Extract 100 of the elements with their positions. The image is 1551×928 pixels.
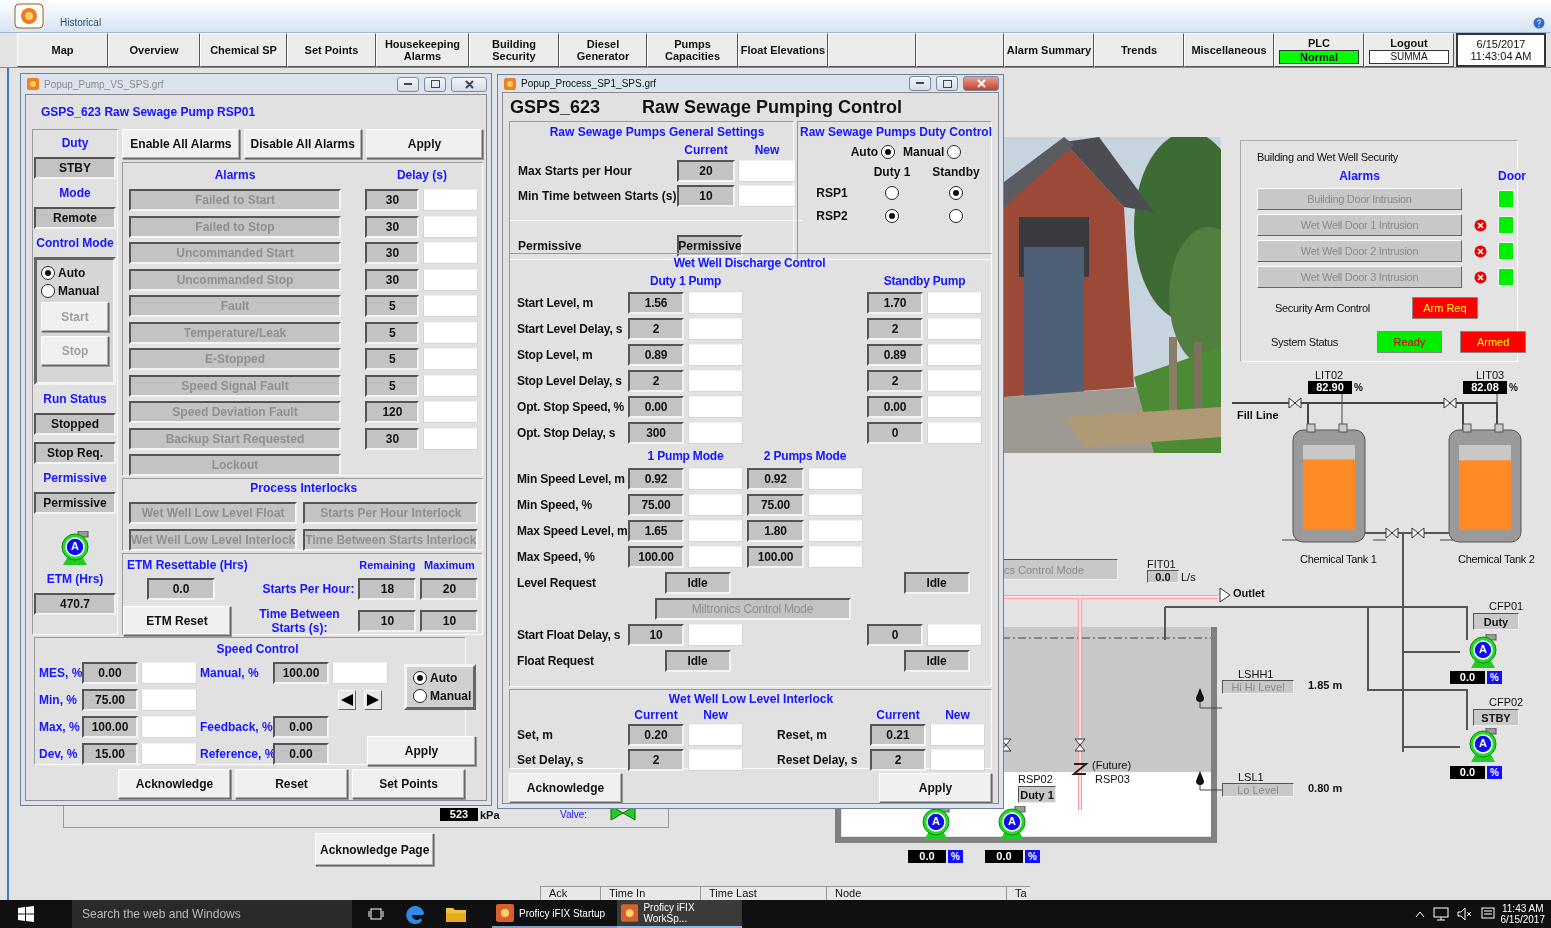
input-field[interactable] xyxy=(930,724,985,746)
input-field[interactable] xyxy=(808,494,863,516)
input-field[interactable] xyxy=(927,422,982,444)
nav-button[interactable]: Set Points xyxy=(287,33,376,67)
etm-reset-button[interactable]: ETM Reset xyxy=(123,606,231,636)
input-field[interactable] xyxy=(423,215,479,238)
nav-button[interactable]: Float Elevations xyxy=(738,33,828,67)
maximum-value: 10 xyxy=(420,610,479,632)
input-field[interactable] xyxy=(927,344,982,366)
close-button[interactable] xyxy=(963,76,999,91)
input-field[interactable] xyxy=(688,724,743,746)
close-icon xyxy=(976,79,986,88)
input-field[interactable] xyxy=(423,348,479,370)
search-field[interactable]: Search the web and Windows xyxy=(72,900,352,928)
footer-button[interactable]: Acknowledge xyxy=(509,773,622,803)
input-field[interactable] xyxy=(332,662,388,684)
logout-link[interactable]: Logout xyxy=(1390,36,1428,49)
input-field[interactable] xyxy=(808,468,863,490)
input-field[interactable] xyxy=(688,494,743,516)
nav-button[interactable] xyxy=(916,33,1004,67)
input-field[interactable] xyxy=(423,295,479,317)
input-field[interactable] xyxy=(688,292,743,314)
alarm-action-button[interactable]: Enable All Alarms xyxy=(122,129,240,159)
input-field[interactable] xyxy=(688,749,743,771)
nav-button[interactable]: Miscellaneous xyxy=(1184,33,1274,67)
control-mode-label: Control Mode xyxy=(35,236,115,250)
input-field[interactable] xyxy=(688,422,743,444)
taskbar-app[interactable]: Proficy iFIX WorkSp... xyxy=(617,900,742,928)
input-field[interactable] xyxy=(738,185,796,207)
apply-button[interactable]: Apply xyxy=(367,736,476,766)
footer-button[interactable]: Apply xyxy=(879,773,992,803)
maximize-button[interactable] xyxy=(936,76,958,91)
input-field[interactable] xyxy=(141,743,197,765)
input-field[interactable] xyxy=(688,624,743,646)
current-value: 0.21 xyxy=(870,724,926,746)
input-field[interactable] xyxy=(423,189,479,211)
input-field[interactable] xyxy=(688,318,743,340)
input-field[interactable] xyxy=(688,396,743,418)
input-field[interactable] xyxy=(423,268,479,291)
arm-request-button[interactable]: Arm Req xyxy=(1411,297,1478,319)
nav-button[interactable]: Alarm Summary xyxy=(1004,33,1094,67)
maximize-button[interactable] xyxy=(424,76,446,92)
footer-button[interactable]: Acknowledge xyxy=(118,769,231,799)
taskbar-app[interactable]: Proficy iFIX Startup xyxy=(492,900,617,928)
radio-button[interactable] xyxy=(949,186,963,200)
input-field[interactable] xyxy=(927,624,982,646)
footer-button[interactable]: Set Points xyxy=(352,769,465,799)
close-button[interactable] xyxy=(451,76,487,92)
nav-button[interactable]: Diesel Generator xyxy=(559,33,647,67)
nav-button[interactable]: Pumps Capacities xyxy=(647,33,738,67)
radio-button[interactable] xyxy=(413,688,427,703)
unit-label: % xyxy=(948,850,963,863)
radio-button[interactable] xyxy=(885,209,899,223)
input-field[interactable] xyxy=(423,321,479,344)
radio-button[interactable] xyxy=(413,670,427,685)
input-field[interactable] xyxy=(423,401,479,423)
footer-button[interactable]: Reset xyxy=(235,769,348,799)
input-field[interactable] xyxy=(423,427,479,450)
radio-button[interactable] xyxy=(949,209,963,223)
acknowledge-page-button[interactable]: Acknowledge Page xyxy=(315,833,434,866)
nav-button[interactable]: Building Security xyxy=(469,33,559,67)
nav-button[interactable]: Trends xyxy=(1094,33,1184,67)
elevation-label: 0.80 m xyxy=(1308,782,1343,794)
nav-button[interactable]: Overview xyxy=(108,33,200,67)
input-field[interactable] xyxy=(688,344,743,366)
alarm-action-button[interactable]: Disable All Alarms xyxy=(243,129,362,159)
radio-button[interactable] xyxy=(41,284,55,298)
input-field[interactable] xyxy=(738,160,796,182)
increase-button[interactable] xyxy=(364,690,382,710)
column-header: Delay (s) xyxy=(395,168,448,182)
nav-button[interactable]: Housekeeping Alarms xyxy=(376,33,469,67)
input-field[interactable] xyxy=(927,318,982,340)
radio-button[interactable] xyxy=(881,145,895,159)
input-field[interactable] xyxy=(688,546,743,568)
alarm-action-button[interactable]: Apply xyxy=(365,129,484,159)
duty-label: Duty xyxy=(60,136,90,150)
nav-button[interactable] xyxy=(828,33,916,67)
input-field[interactable] xyxy=(808,546,863,568)
input-field[interactable] xyxy=(927,396,982,418)
input-field[interactable] xyxy=(808,520,863,542)
radio-button[interactable] xyxy=(947,145,962,159)
tag-label: CFP01 xyxy=(1489,600,1524,612)
input-field[interactable] xyxy=(930,749,985,771)
input-field[interactable] xyxy=(423,374,479,397)
radio-button[interactable] xyxy=(41,266,55,280)
nav-button[interactable]: Chemical SP xyxy=(200,33,287,67)
input-field[interactable] xyxy=(688,370,743,392)
input-field[interactable] xyxy=(927,370,982,392)
input-field[interactable] xyxy=(688,520,743,542)
minimize-button[interactable] xyxy=(397,76,419,92)
input-field[interactable] xyxy=(141,716,197,738)
decrease-button[interactable] xyxy=(338,690,356,710)
input-field[interactable] xyxy=(688,468,743,490)
input-field[interactable] xyxy=(423,242,479,264)
input-field[interactable] xyxy=(141,689,197,711)
input-field[interactable] xyxy=(141,662,197,684)
radio-button[interactable] xyxy=(885,186,899,200)
nav-button[interactable]: Map xyxy=(17,33,108,67)
input-field[interactable] xyxy=(927,292,982,314)
minimize-button[interactable] xyxy=(909,76,931,91)
